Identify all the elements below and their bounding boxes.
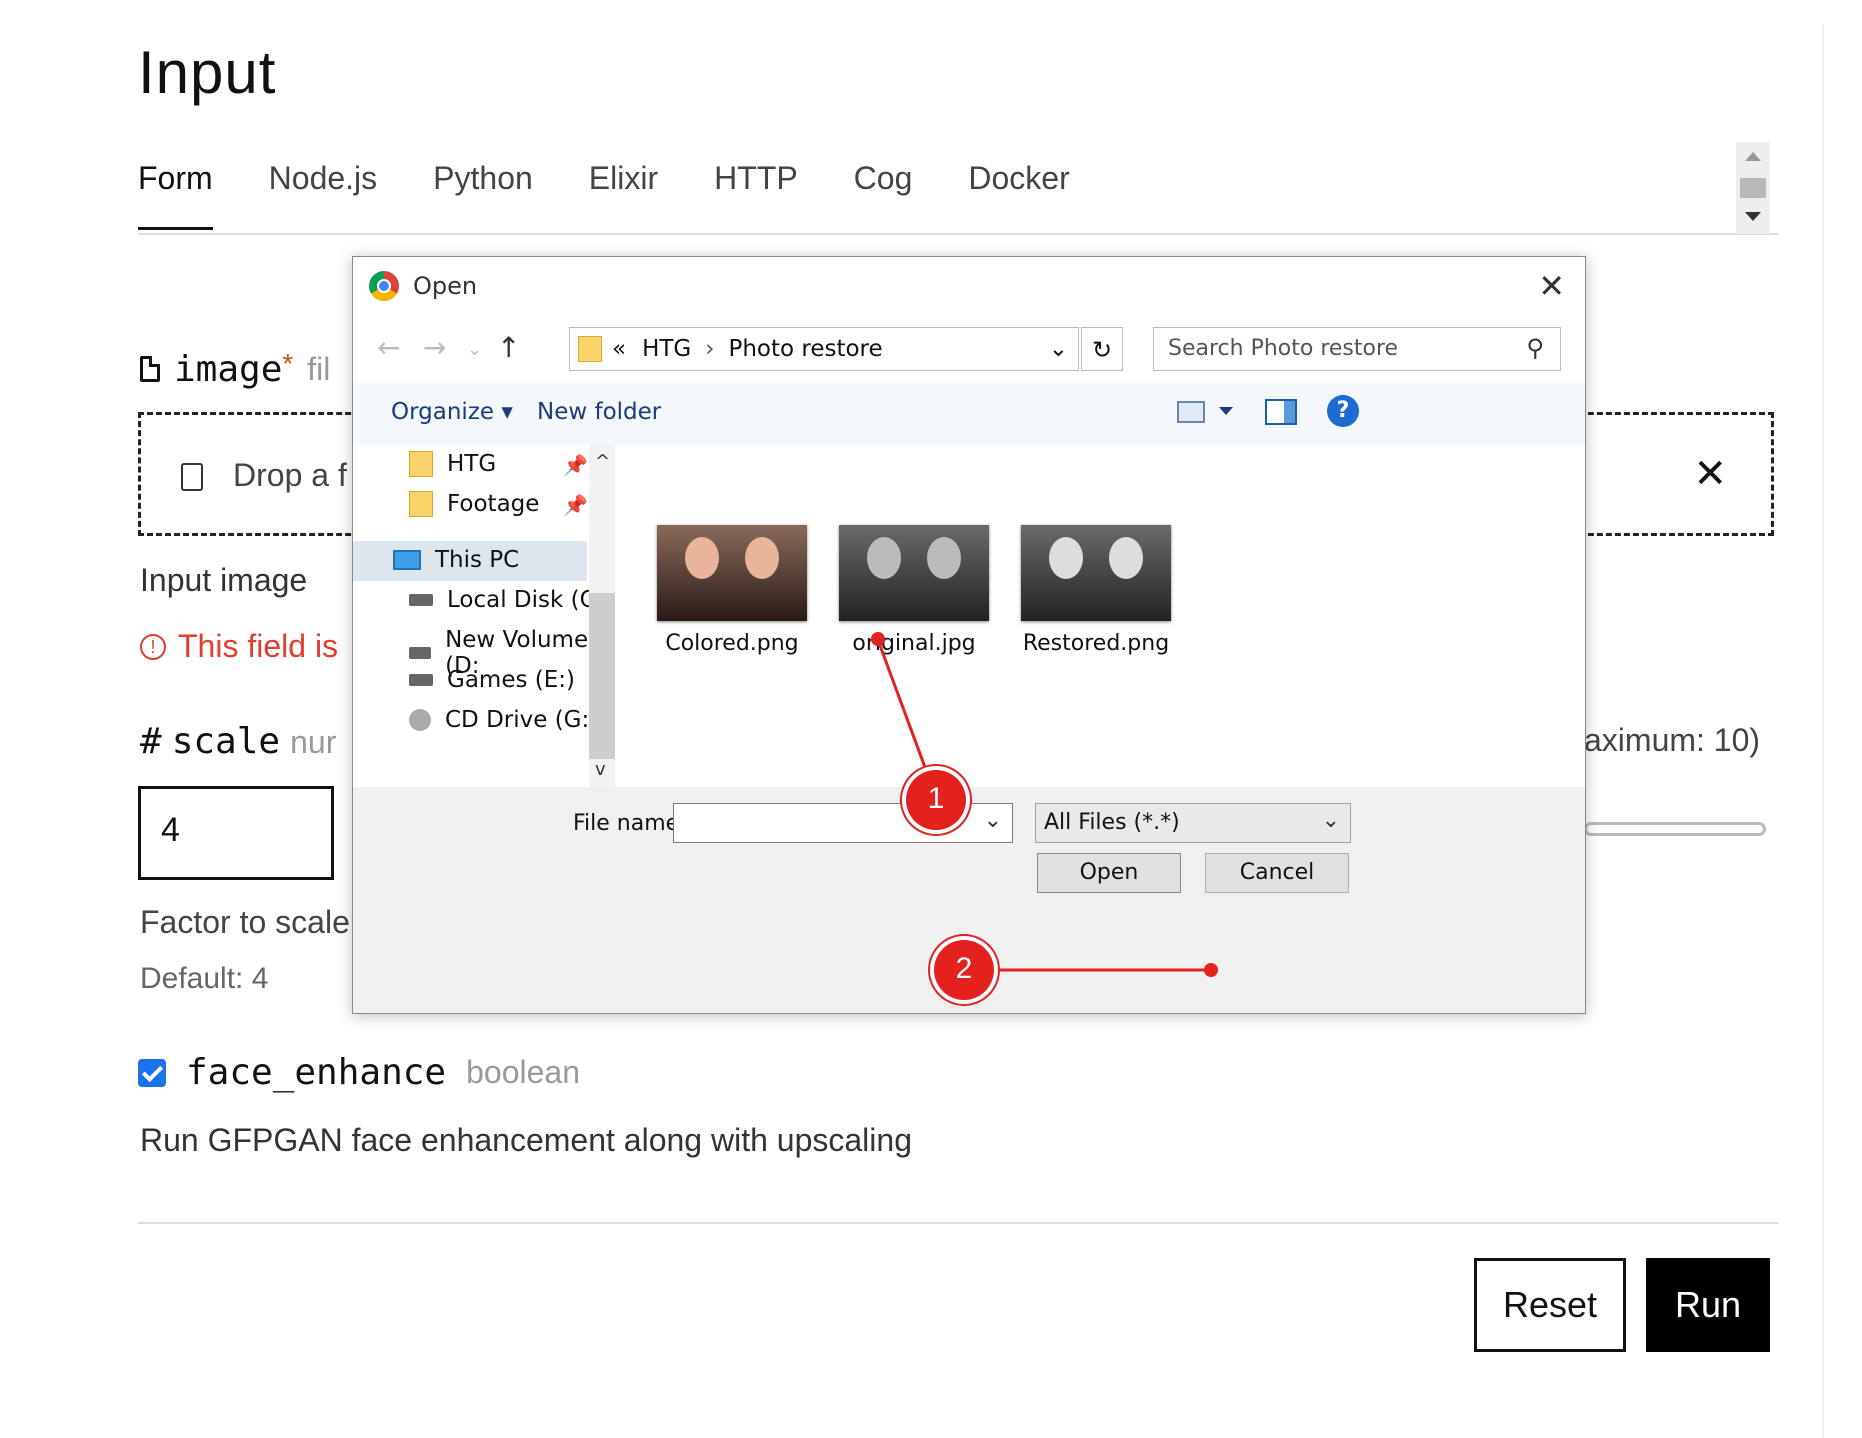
annotation-lines: [876, 639, 1212, 972]
annotation-dot-1: [871, 632, 885, 646]
annotation-marker-1: 1: [906, 770, 966, 830]
annotation-dot-2: [1204, 963, 1218, 977]
annotation-marker-2: 2: [934, 940, 994, 1000]
annotation-line-1: [876, 639, 928, 771]
